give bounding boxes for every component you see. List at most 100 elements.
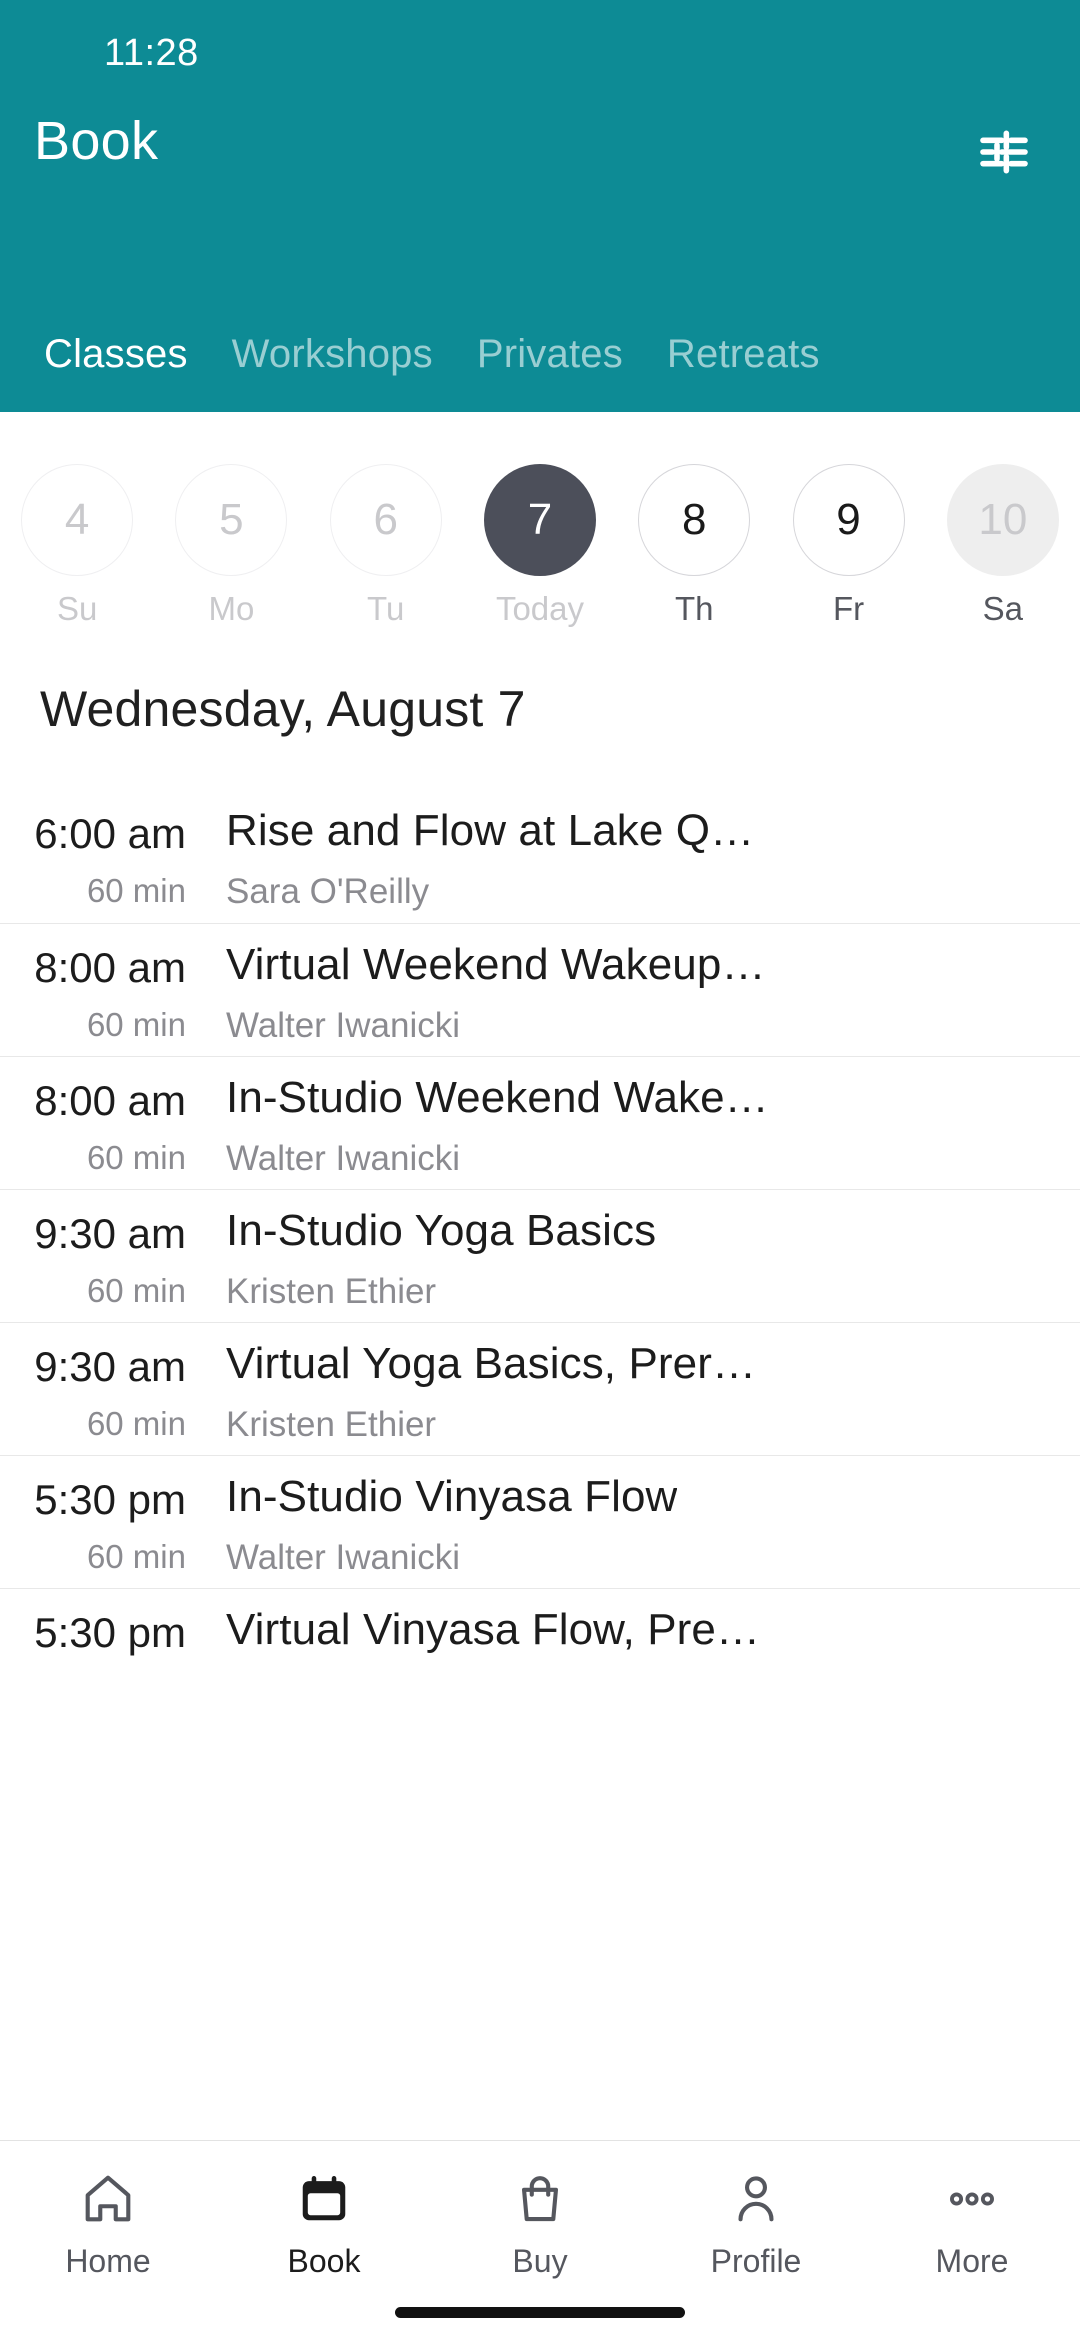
date-weekday-label: Tu — [367, 590, 405, 627]
date-number: 10 — [946, 464, 1059, 576]
date-number: 8 — [638, 464, 751, 576]
person-icon — [727, 2167, 785, 2231]
class-row[interactable]: 9:30 am 60 min Virtual Yoga Basics, Prer… — [0, 1322, 1080, 1455]
class-row[interactable]: 6:00 am 60 min Rise and Flow at Lake Q… … — [0, 790, 1080, 923]
status-bar-clock: 11:28 — [104, 32, 199, 74]
class-time-column: 9:30 am 60 min — [0, 1190, 196, 1323]
class-row[interactable]: 5:30 pm 60 min In-Studio Vinyasa Flow Wa… — [0, 1455, 1080, 1588]
class-time: 8:00 am — [34, 944, 186, 991]
class-duration: 60 min — [86, 872, 186, 909]
class-time: 6:00 am — [34, 810, 186, 857]
filter-button[interactable] — [958, 108, 1050, 200]
class-instructor: Walter Iwanicki — [226, 1006, 461, 1045]
class-time: 5:30 pm — [34, 1476, 186, 1523]
date-cell-6[interactable]: 6 Tu — [309, 464, 463, 628]
home-indicator — [395, 2307, 685, 2318]
nav-label: Buy — [512, 2243, 568, 2279]
date-cell-5[interactable]: 5 Mo — [154, 464, 308, 628]
class-instructor: Walter Iwanicki — [226, 1538, 461, 1577]
class-duration: 60 min — [86, 1538, 186, 1575]
nav-label: Home — [65, 2243, 151, 2279]
nav-item-book[interactable]: Book — [216, 2167, 432, 2280]
date-cell-7-today[interactable]: 7 Today — [463, 464, 617, 628]
class-row[interactable]: 8:00 am 60 min In-Studio Weekend Wake… W… — [0, 1056, 1080, 1189]
class-time-column: 5:30 pm 60 min — [0, 1456, 196, 1589]
class-instructor: Sara O'Reilly — [226, 872, 430, 911]
nav-item-profile[interactable]: Profile — [648, 2167, 864, 2280]
class-info-column: Virtual Vinyasa Flow, Pre… — [226, 1589, 1056, 1722]
class-time: 9:30 am — [34, 1343, 186, 1390]
class-duration: 60 min — [86, 1405, 186, 1442]
class-info-column: In-Studio Vinyasa Flow Walter Iwanicki — [226, 1456, 1056, 1589]
class-row[interactable]: 8:00 am 60 min Virtual Weekend Wakeup… W… — [0, 923, 1080, 1056]
date-cell-10[interactable]: 10 Sa — [926, 464, 1080, 628]
class-info-column: In-Studio Yoga Basics Kristen Ethier — [226, 1190, 1056, 1323]
date-weekday-label: Mo — [208, 590, 255, 627]
class-info-column: Rise and Flow at Lake Q… Sara O'Reilly — [226, 790, 1056, 923]
date-number: 6 — [329, 464, 442, 576]
class-duration: 60 min — [86, 1006, 186, 1043]
nav-item-buy[interactable]: Buy — [432, 2167, 648, 2280]
nav-label: Book — [287, 2243, 361, 2279]
nav-label: Profile — [710, 2243, 802, 2279]
class-title: In-Studio Vinyasa Flow — [226, 1472, 678, 1521]
nav-item-home[interactable]: Home — [0, 2167, 216, 2280]
date-selector[interactable]: 4 Su 5 Mo 6 Tu 7 Today 8 Th 9 Fr 10 Sa — [0, 412, 1080, 657]
date-weekday-label: Fr — [832, 590, 865, 627]
date-weekday-label: Sa — [982, 590, 1024, 627]
class-title: In-Studio Yoga Basics — [226, 1206, 657, 1255]
date-number: 4 — [21, 464, 134, 576]
home-icon — [79, 2167, 137, 2231]
page-title: Book — [34, 111, 159, 171]
date-number: 7 — [483, 464, 596, 576]
bag-icon — [511, 2167, 569, 2231]
class-duration: 60 min — [86, 1139, 186, 1176]
class-time: 8:00 am — [34, 1077, 186, 1124]
class-time: 5:30 pm — [34, 1609, 186, 1656]
class-info-column: Virtual Weekend Wakeup… Walter Iwanicki — [226, 924, 1056, 1057]
class-time-column: 6:00 am 60 min — [0, 790, 196, 923]
class-instructor: Kristen Ethier — [226, 1405, 437, 1444]
selected-day-heading: Wednesday, August 7 — [40, 681, 526, 737]
date-cell-4[interactable]: 4 Su — [0, 464, 154, 628]
tab-privates[interactable]: Privates — [455, 332, 645, 377]
date-weekday-label: Su — [56, 590, 98, 627]
class-time-column: 8:00 am 60 min — [0, 924, 196, 1057]
app-bar: Book — [0, 96, 1080, 206]
class-title: Virtual Weekend Wakeup… — [226, 940, 766, 989]
class-time: 9:30 am — [34, 1210, 186, 1257]
date-number: 9 — [792, 464, 905, 576]
class-info-column: Virtual Yoga Basics, Prer… Kristen Ethie… — [226, 1323, 1056, 1456]
more-dots-icon — [943, 2167, 1001, 2231]
class-duration: 60 min — [86, 1272, 186, 1309]
date-weekday-label: Today — [495, 590, 585, 627]
class-time-column: 9:30 am 60 min — [0, 1323, 196, 1456]
class-time-column: 5:30 pm — [0, 1589, 196, 1722]
app-screen: 11:28 Book Classes Workshops Privates Re… — [0, 0, 1080, 2340]
class-title: Virtual Vinyasa Flow, Pre… — [226, 1605, 761, 1654]
app-header: 11:28 Book Classes Workshops Privates Re… — [0, 0, 1080, 412]
class-title: In-Studio Weekend Wake… — [226, 1073, 769, 1122]
class-title: Virtual Yoga Basics, Prer… — [226, 1339, 757, 1388]
nav-item-more[interactable]: More — [864, 2167, 1080, 2280]
class-instructor: Kristen Ethier — [226, 1272, 437, 1311]
category-tabs: Classes Workshops Privates Retreats — [0, 296, 1080, 412]
nav-label: More — [935, 2243, 1009, 2279]
class-info-column: In-Studio Weekend Wake… Walter Iwanicki — [226, 1057, 1056, 1190]
class-time-column: 8:00 am 60 min — [0, 1057, 196, 1190]
tab-retreats[interactable]: Retreats — [645, 332, 842, 377]
tune-filter-icon — [976, 124, 1032, 185]
date-weekday-label: Th — [675, 590, 714, 627]
class-instructor: Walter Iwanicki — [226, 1139, 461, 1178]
date-number: 5 — [175, 464, 288, 576]
class-title: Rise and Flow at Lake Q… — [226, 806, 755, 855]
status-bar: 11:28 — [0, 0, 1080, 96]
class-row[interactable]: 9:30 am 60 min In-Studio Yoga Basics Kri… — [0, 1189, 1080, 1322]
tab-workshops[interactable]: Workshops — [210, 332, 455, 377]
class-schedule-list[interactable]: 6:00 am 60 min Rise and Flow at Lake Q… … — [0, 790, 1080, 2140]
class-row[interactable]: 5:30 pm Virtual Vinyasa Flow, Pre… — [0, 1588, 1080, 1721]
date-cell-8[interactable]: 8 Th — [617, 464, 771, 628]
date-cell-9[interactable]: 9 Fr — [771, 464, 925, 628]
calendar-icon — [295, 2167, 353, 2231]
tab-classes[interactable]: Classes — [22, 332, 210, 377]
